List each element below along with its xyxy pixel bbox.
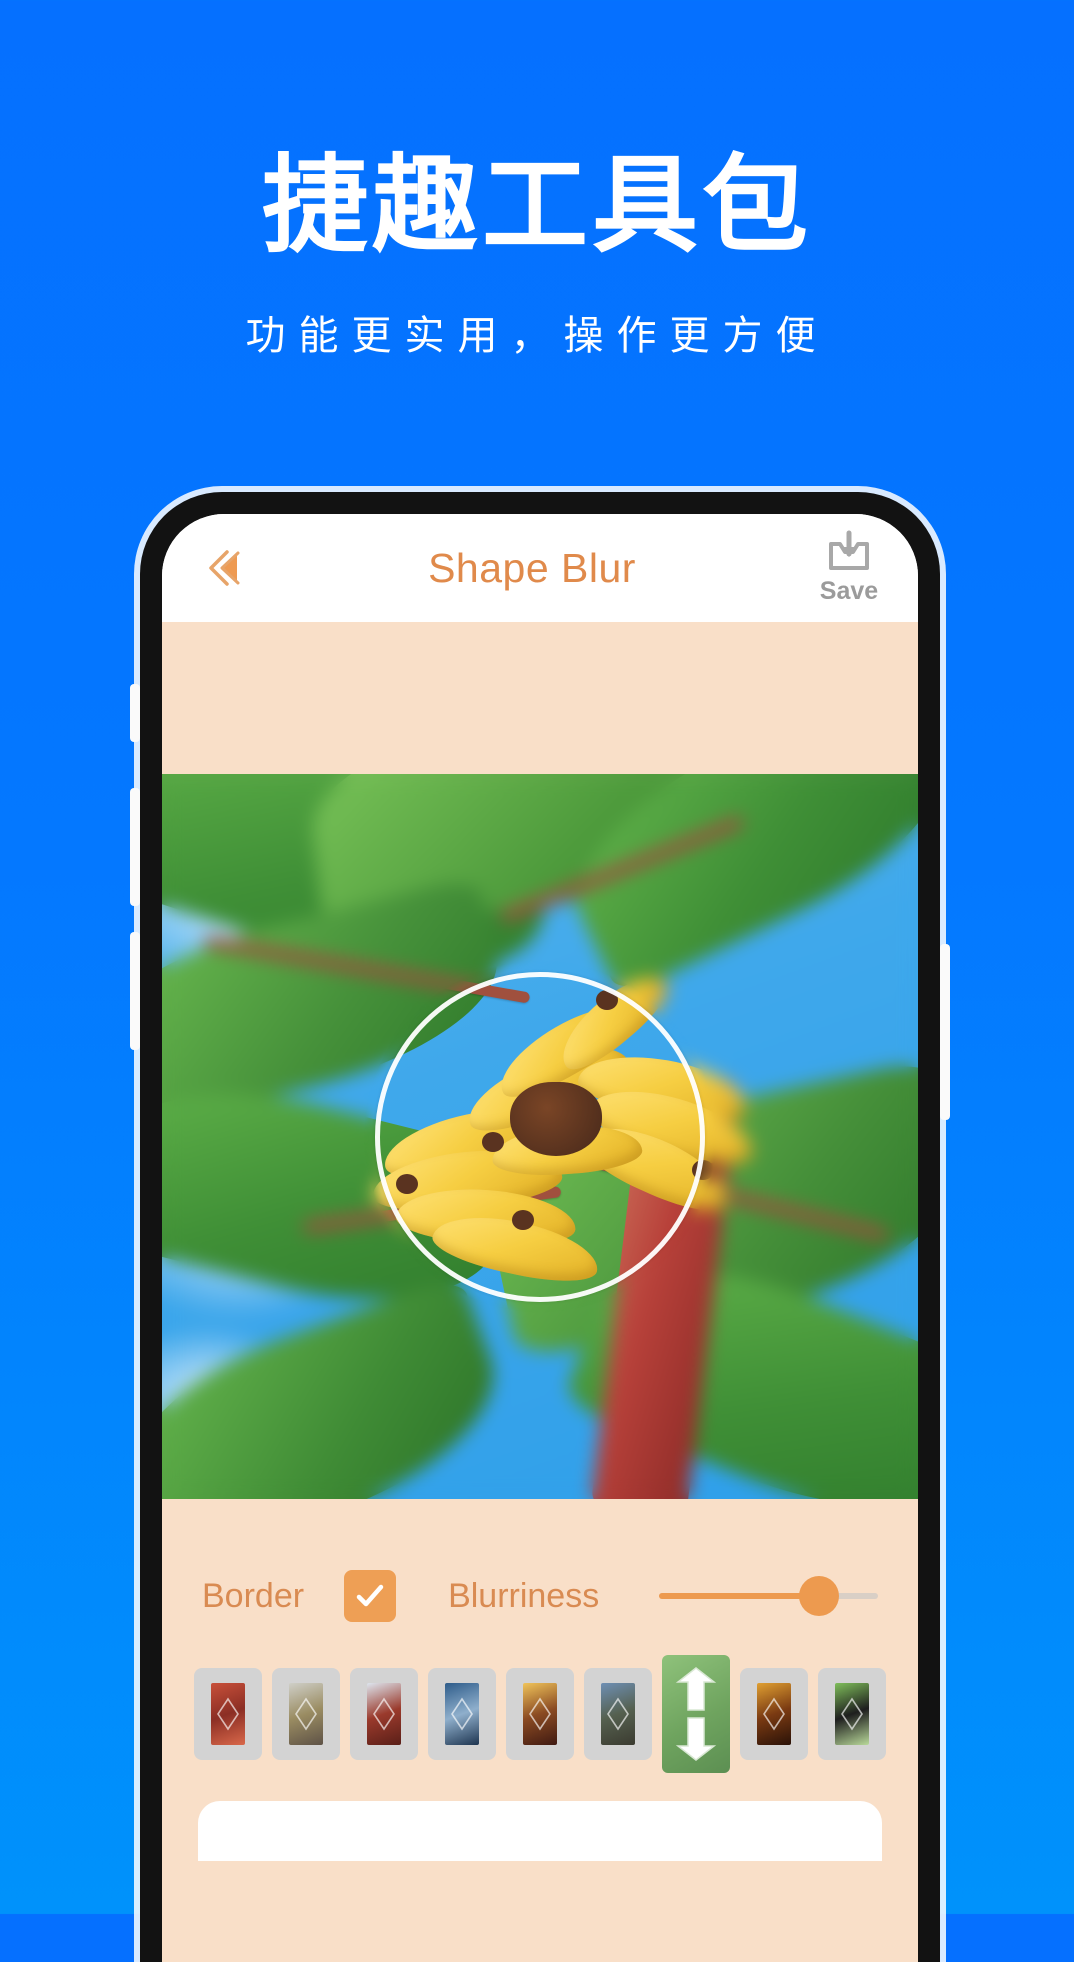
promo-subtitle: 功能更实用，操作更方便 bbox=[245, 313, 829, 360]
phone-screen: Shape Blur Save Border Blurriness bbox=[162, 514, 918, 1962]
double-chevron-left-icon bbox=[209, 550, 240, 586]
controls-panel: Border Blurriness bbox=[162, 1499, 918, 1861]
app-header: Shape Blur Save bbox=[162, 514, 918, 622]
power-button[interactable] bbox=[940, 944, 950, 1120]
shape-thumbnail-1[interactable] bbox=[194, 1668, 262, 1760]
back-button[interactable] bbox=[188, 533, 258, 603]
volume-up-button[interactable] bbox=[130, 788, 140, 906]
checkmark-icon bbox=[356, 1584, 384, 1607]
shape-thumbnail-preview bbox=[211, 1683, 245, 1745]
shape-thumbnail-2[interactable] bbox=[272, 1668, 340, 1760]
volume-down-button[interactable] bbox=[130, 932, 140, 1050]
shape-thumbnail-preview bbox=[523, 1683, 557, 1745]
save-label: Save bbox=[819, 577, 879, 605]
shape-thumbnail-3[interactable] bbox=[350, 1668, 418, 1760]
shape-thumbnail-preview bbox=[445, 1683, 479, 1745]
shape-thumbnail-9[interactable] bbox=[818, 1668, 886, 1760]
editor-area: Border Blurriness bbox=[162, 622, 918, 1962]
shape-thumbnail-strip[interactable] bbox=[162, 1631, 918, 1773]
shape-thumbnail-preview bbox=[601, 1683, 635, 1745]
promo-title: 捷趣工具包 bbox=[262, 144, 812, 267]
shape-thumbnail-preview bbox=[835, 1683, 869, 1745]
shape-thumbnail-preview bbox=[757, 1683, 791, 1745]
shape-mask-circle[interactable] bbox=[375, 971, 705, 1302]
slider-fill bbox=[659, 1593, 819, 1599]
shape-thumbnail-8[interactable] bbox=[740, 1668, 808, 1760]
save-download-tray-icon bbox=[829, 530, 869, 570]
promo-header: 捷趣工具包 功能更实用，操作更方便 bbox=[0, 0, 1074, 361]
page-title: Shape Blur bbox=[428, 544, 636, 591]
slider-knob[interactable] bbox=[798, 1576, 839, 1616]
border-label: Border bbox=[202, 1576, 305, 1615]
blurriness-label: Blurriness bbox=[448, 1576, 600, 1615]
shape-thumbnail-preview bbox=[367, 1683, 401, 1745]
canvas-top-padding bbox=[162, 622, 918, 774]
shape-thumbnail-6[interactable] bbox=[584, 1668, 652, 1760]
controls-row: Border Blurriness bbox=[162, 1561, 918, 1631]
shape-thumbnail-preview bbox=[289, 1683, 323, 1745]
blurriness-slider[interactable] bbox=[659, 1570, 878, 1622]
border-checkbox[interactable] bbox=[344, 1570, 397, 1622]
shape-thumbnail-4[interactable] bbox=[428, 1668, 496, 1760]
shape-thumbnail-7[interactable] bbox=[662, 1655, 730, 1773]
photo-canvas[interactable] bbox=[162, 774, 918, 1499]
shape-thumbnail-5[interactable] bbox=[506, 1668, 574, 1760]
up-down-arrows-icon bbox=[662, 1655, 730, 1773]
bottom-sheet bbox=[198, 1801, 882, 1861]
mute-switch[interactable] bbox=[130, 684, 140, 742]
save-button[interactable]: Save bbox=[806, 530, 892, 606]
phone-mockup: Shape Blur Save Border Blurriness bbox=[130, 492, 950, 1962]
